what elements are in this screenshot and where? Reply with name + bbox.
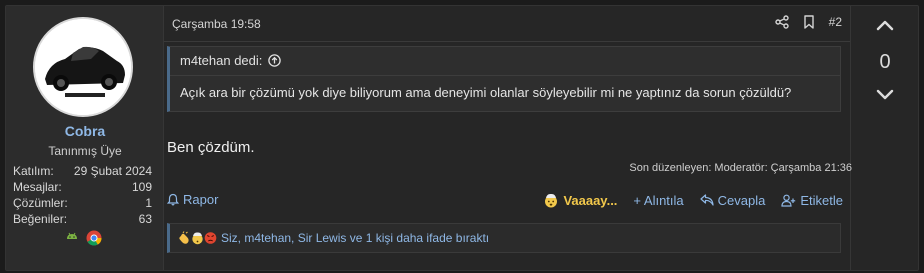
post-actions: Rapor Vaaaay... + Alıntıla Cevapla Etike… bbox=[167, 192, 843, 212]
stat-label: Mesajlar: bbox=[13, 180, 62, 194]
report-label: Rapor bbox=[183, 192, 219, 207]
stat-label: Katılım: bbox=[13, 164, 54, 178]
reactions-text[interactable]: Siz, m4tehan, Sir Lewis ve 1 kişi daha i… bbox=[221, 231, 489, 245]
user-device-icons bbox=[64, 230, 102, 246]
avatar[interactable] bbox=[33, 17, 133, 117]
arrow-up-circle-icon[interactable] bbox=[268, 54, 282, 67]
stat-row-likes: Beğeniler: 63 bbox=[13, 211, 152, 227]
vote-count: 0 bbox=[879, 51, 891, 73]
stat-value: 1 bbox=[145, 196, 152, 210]
stat-value: 63 bbox=[138, 212, 152, 226]
quote-author[interactable]: m4tehan dedi: bbox=[180, 53, 262, 68]
edited-note: Son düzenleyen: Moderatör: Çarşamba 21:3… bbox=[629, 162, 852, 174]
stat-row-joined: Katılım: 29 Şubat 2024 bbox=[13, 163, 152, 179]
quote-header[interactable]: m4tehan dedi: bbox=[180, 53, 282, 68]
user-title: Tanınmış Üye bbox=[48, 144, 122, 158]
reply-label: Cevapla bbox=[717, 192, 766, 208]
vote-panel: 0 bbox=[850, 6, 918, 270]
user-info-panel: Cobra Tanınmış Üye Katılım: 29 Şubat 202… bbox=[6, 6, 164, 270]
stat-value: 109 bbox=[131, 180, 152, 194]
downvote-chevron-icon[interactable] bbox=[875, 88, 895, 102]
quote-text: Açık ara bir çözümü yok diye biliyorum a… bbox=[180, 85, 792, 100]
exploding-head-emoji-icon bbox=[545, 193, 558, 208]
bell-icon bbox=[167, 193, 179, 206]
stat-value: 29 Şubat 2024 bbox=[73, 164, 152, 178]
reply-arrow-icon bbox=[700, 194, 714, 206]
reaction-emojis bbox=[178, 231, 217, 245]
reaction-button[interactable]: Vaaaay... bbox=[543, 192, 617, 208]
quote-block: m4tehan dedi: Açık ara bir çözümü yok di… bbox=[167, 46, 841, 112]
tag-label: Etiketle bbox=[800, 192, 843, 208]
angry-face-emoji-icon bbox=[204, 232, 217, 244]
username[interactable]: Cobra bbox=[6, 123, 164, 139]
android-icon bbox=[67, 232, 77, 239]
post-right-actions: Vaaaay... + Alıntıla Cevapla Etiketle bbox=[543, 192, 843, 208]
post-date[interactable]: Çarşamba 19:58 bbox=[172, 17, 261, 31]
stat-row-messages: Mesajlar: 109 bbox=[13, 179, 152, 195]
chrome-icon bbox=[86, 230, 102, 246]
post-header: Çarşamba 19:58 #2 bbox=[164, 6, 850, 42]
clap-emoji-icon bbox=[179, 231, 189, 244]
exploding-head-emoji-icon bbox=[192, 232, 203, 245]
reaction-label: Vaaaay... bbox=[563, 192, 618, 208]
quote-divider bbox=[170, 75, 840, 76]
car-avatar-image bbox=[35, 19, 131, 115]
quote-button[interactable]: + Alıntıla bbox=[633, 193, 683, 208]
user-stats: Katılım: 29 Şubat 2024 Mesajlar: 109 Çöz… bbox=[13, 163, 152, 227]
post-number[interactable]: #2 bbox=[829, 15, 842, 29]
tag-button[interactable]: Etiketle bbox=[781, 193, 843, 208]
quote-button-label: + Alıntıla bbox=[633, 192, 684, 208]
share-icon[interactable] bbox=[774, 15, 789, 29]
stat-label: Beğeniler: bbox=[13, 212, 68, 226]
reactions-bar[interactable]: Siz, m4tehan, Sir Lewis ve 1 kişi daha i… bbox=[167, 223, 841, 253]
post-header-actions: #2 bbox=[774, 15, 842, 29]
user-plus-icon bbox=[781, 194, 796, 207]
reply-button[interactable]: Cevapla bbox=[700, 192, 766, 208]
stat-label: Çözümler: bbox=[13, 196, 68, 210]
bookmark-icon[interactable] bbox=[803, 15, 815, 29]
upvote-chevron-icon[interactable] bbox=[875, 18, 895, 32]
report-button[interactable]: Rapor bbox=[167, 192, 218, 207]
stat-row-solutions: Çözümler: 1 bbox=[13, 195, 152, 211]
post-message: Ben çözdüm. bbox=[167, 139, 255, 156]
